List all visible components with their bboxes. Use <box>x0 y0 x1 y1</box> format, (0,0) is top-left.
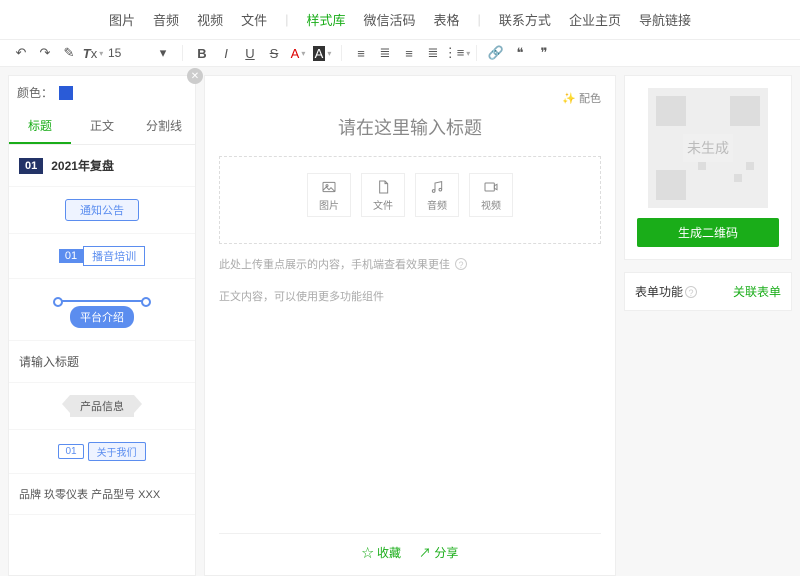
help-icon[interactable]: ? <box>455 258 467 270</box>
tab-title[interactable]: 标题 <box>9 109 71 144</box>
editor-footer: ☆ 收藏 ↗ 分享 <box>219 533 601 561</box>
clear-format-icon[interactable]: Tx <box>84 44 102 62</box>
menu-file[interactable]: 文件 <box>241 10 267 29</box>
insert-file-button[interactable]: 文件 <box>361 173 405 217</box>
color-row: 颜色： <box>9 76 195 109</box>
main-area: ✕ 颜色： 标题 正文 分割线 012021年复盘 通知公告 01播音培训 平台… <box>0 67 800 576</box>
sidebar-tabs: 标题 正文 分割线 <box>9 109 195 145</box>
style-text: 平台介绍 <box>70 306 134 328</box>
align-justify-icon[interactable]: ≣ <box>424 44 442 62</box>
bold-icon[interactable]: B <box>193 44 211 62</box>
underline-icon[interactable]: U <box>241 44 259 62</box>
style-text: 请输入标题 <box>19 353 185 370</box>
style-num: 01 <box>58 444 83 459</box>
menu-style-lib[interactable]: 样式库 <box>306 10 345 29</box>
top-menu: 图片 音频 视频 文件 | 样式库 微信活码 表格 | 联系方式 企业主页 导航… <box>0 0 800 39</box>
format-toolbar: ↶ ↷ ✎ Tx ▾ B I U S A A ≡ ≣ ≡ ≣ ⋮≡ 🔗 ❝ ❞ <box>0 39 800 67</box>
align-center-icon[interactable]: ≣ <box>376 44 394 62</box>
right-panel: 未生成 生成二维码 表单功能? 关联表单 <box>624 75 792 576</box>
help-icon[interactable]: ? <box>685 286 697 298</box>
style-item[interactable]: 通知公告 <box>9 187 195 234</box>
tab-divider[interactable]: 分割线 <box>133 109 195 144</box>
separator: | <box>478 12 481 27</box>
style-item[interactable]: 平台介绍 <box>9 279 195 341</box>
font-color-icon[interactable]: A <box>289 44 307 62</box>
menu-image[interactable]: 图片 <box>109 10 135 29</box>
style-num: 01 <box>59 249 83 263</box>
style-item[interactable]: 品牌 玖零仪表 产品型号 XXX <box>9 474 195 515</box>
style-item[interactable]: 01 关于我们 <box>9 430 195 474</box>
form-panel: 表单功能? 关联表单 <box>624 272 792 311</box>
color-match-button[interactable]: ✨ 配色 <box>562 93 601 105</box>
menu-table[interactable]: 表格 <box>434 10 460 29</box>
menu-audio[interactable]: 音频 <box>153 10 179 29</box>
bg-color-icon[interactable]: A <box>313 44 331 62</box>
undo-icon[interactable]: ↶ <box>12 44 30 62</box>
menu-homepage[interactable]: 企业主页 <box>569 10 621 29</box>
style-text: 产品信息 <box>70 395 134 417</box>
style-item[interactable]: 01播音培训 <box>9 234 195 279</box>
insert-note: 此处上传重点展示的内容，手机端查看效果更佳 ? <box>219 256 601 272</box>
style-text: 通知公告 <box>65 199 139 221</box>
align-left-icon[interactable]: ≡ <box>352 44 370 62</box>
style-list: 012021年复盘 通知公告 01播音培训 平台介绍 请输入标题 产品信息 01… <box>9 145 195 574</box>
body-placeholder[interactable]: 正文内容，可以使用更多功能组件 <box>219 288 601 533</box>
style-text: 播音培训 <box>83 246 145 266</box>
insert-audio-button[interactable]: 音频 <box>415 173 459 217</box>
style-num: 01 <box>19 158 43 174</box>
italic-icon[interactable]: I <box>217 44 235 62</box>
style-text: 2021年复盘 <box>51 157 114 174</box>
menu-video[interactable]: 视频 <box>197 10 223 29</box>
style-text: 关于我们 <box>88 442 146 461</box>
qr-status-text: 未生成 <box>683 134 733 162</box>
color-swatch[interactable] <box>59 86 73 100</box>
style-sidebar: ✕ 颜色： 标题 正文 分割线 012021年复盘 通知公告 01播音培训 平台… <box>8 75 196 576</box>
qr-placeholder: 未生成 <box>648 88 768 208</box>
link-icon[interactable]: 🔗 <box>487 44 505 62</box>
redo-icon[interactable]: ↷ <box>36 44 54 62</box>
font-size-input[interactable] <box>108 46 148 60</box>
favorite-button[interactable]: ☆ 收藏 <box>362 544 401 561</box>
tab-body[interactable]: 正文 <box>71 109 133 144</box>
title-placeholder[interactable]: 请在这里输入标题 <box>219 114 601 140</box>
style-item[interactable]: 01 2021年复盘 <box>9 145 195 187</box>
menu-navlink[interactable]: 导航链接 <box>639 10 691 29</box>
separator: | <box>285 12 288 27</box>
generate-qr-button[interactable]: 生成二维码 <box>637 218 779 247</box>
insert-video-button[interactable]: 视频 <box>469 173 513 217</box>
format-brush-icon[interactable]: ✎ <box>60 44 78 62</box>
close-sidebar-icon[interactable]: ✕ <box>187 68 203 84</box>
link-form-button[interactable]: 关联表单 <box>733 283 781 300</box>
share-button[interactable]: ↗ 分享 <box>419 544 458 561</box>
style-item[interactable]: 请输入标题 <box>9 341 195 383</box>
qr-panel: 未生成 生成二维码 <box>624 75 792 260</box>
code-icon[interactable]: ❝ <box>511 44 529 62</box>
menu-contact[interactable]: 联系方式 <box>499 10 551 29</box>
editor-canvas: ✨ 配色 请在这里输入标题 图片 文件 音频 视频 此处上传重点展示的内容，手机… <box>204 75 616 576</box>
strike-icon[interactable]: S <box>265 44 283 62</box>
insert-image-button[interactable]: 图片 <box>307 173 351 217</box>
menu-wechat-code[interactable]: 微信活码 <box>364 10 416 29</box>
align-right-icon[interactable]: ≡ <box>400 44 418 62</box>
form-label: 表单功能? <box>635 283 697 300</box>
color-label: 颜色： <box>17 84 53 101</box>
insert-box: 图片 文件 音频 视频 <box>219 156 601 244</box>
quote-icon[interactable]: ❞ <box>535 44 553 62</box>
style-text: 品牌 玖零仪表 产品型号 XXX <box>19 486 185 502</box>
style-item[interactable]: 产品信息 <box>9 383 195 430</box>
font-size-dropdown-icon[interactable]: ▾ <box>154 44 172 62</box>
list-icon[interactable]: ⋮≡ <box>448 44 466 62</box>
